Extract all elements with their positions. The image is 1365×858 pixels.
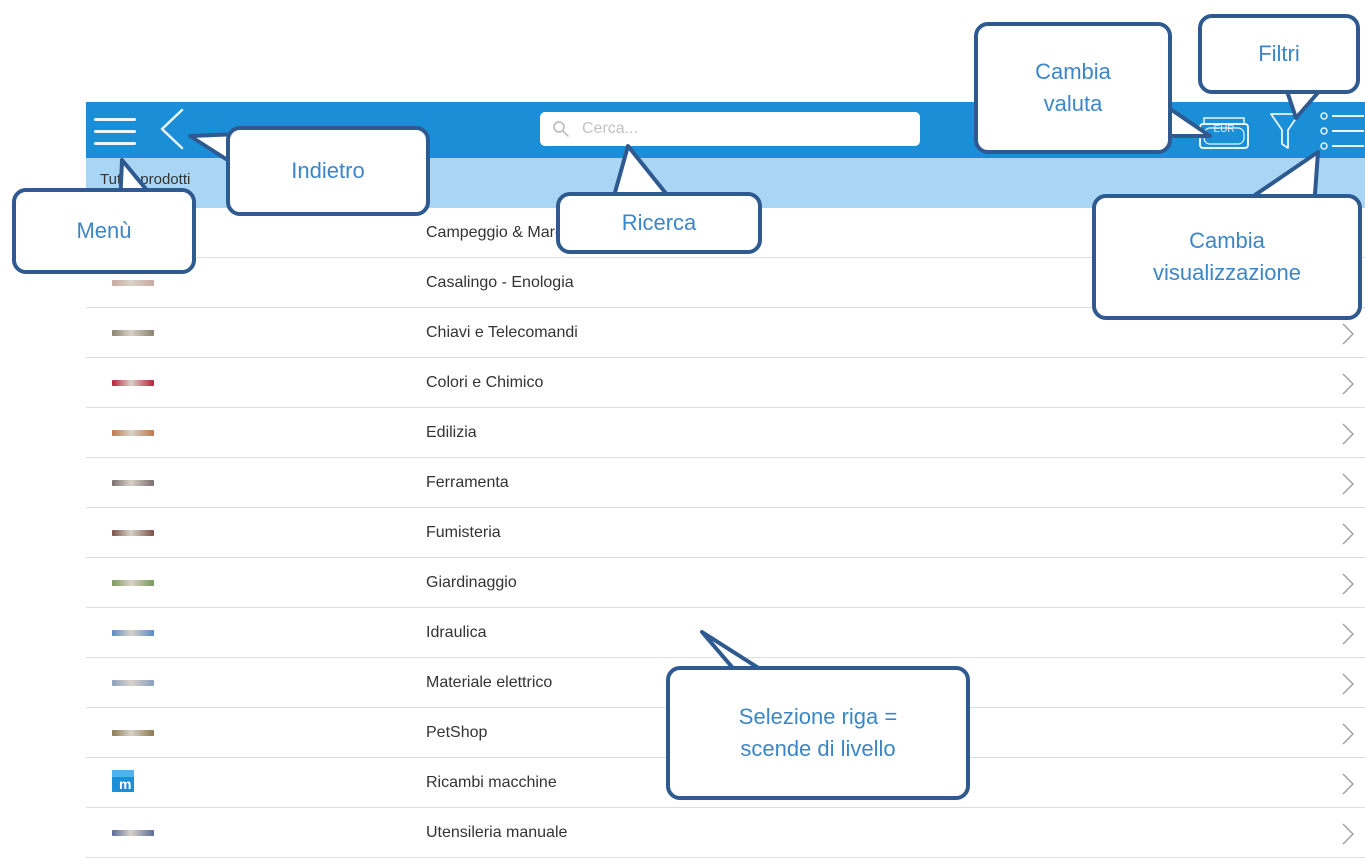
category-label: Edilizia <box>426 424 477 441</box>
callout-view: Cambia visualizzazione <box>1092 194 1362 320</box>
list-item[interactable]: Colori e Chimico <box>86 358 1365 408</box>
chevron-right-icon <box>1342 523 1354 545</box>
chevron-right-icon <box>1342 423 1354 445</box>
callout-menu: Menù <box>12 188 196 274</box>
category-label: Materiale elettrico <box>426 674 553 691</box>
callout-row-line1: Selezione riga = <box>738 704 898 730</box>
category-label: Campeggio & Mare <box>426 224 564 241</box>
chevron-right-icon <box>1342 373 1354 395</box>
chevron-right-icon <box>1342 623 1354 645</box>
callout-row-line2: scende di livello <box>740 736 896 761</box>
category-thumbnail <box>112 770 134 792</box>
callout-view-line1: Cambia <box>1189 228 1265 254</box>
chevron-right-icon <box>1342 673 1354 695</box>
category-thumbnail <box>112 530 154 536</box>
callout-view-line2: visualizzazione <box>1153 260 1301 285</box>
category-label: PetShop <box>426 724 488 741</box>
chevron-right-icon <box>1342 773 1354 795</box>
callout-menu-text: Menù <box>76 218 132 244</box>
category-thumbnail <box>112 430 154 436</box>
category-label: Colori e Chimico <box>426 374 544 391</box>
callout-back: Indietro <box>226 126 430 216</box>
chevron-right-icon <box>1342 323 1354 345</box>
category-label: Ferramenta <box>426 474 509 491</box>
list-item[interactable]: Edilizia <box>86 408 1365 458</box>
chevron-right-icon <box>1342 723 1354 745</box>
callout-filters-text: Filtri <box>1258 41 1300 67</box>
category-thumbnail <box>112 580 154 586</box>
category-label: Casalingo - Enologia <box>426 274 574 291</box>
list-item[interactable]: Giardinaggio <box>86 558 1365 608</box>
category-thumbnail <box>112 730 154 736</box>
callout-filters: Filtri <box>1198 14 1360 94</box>
chevron-right-icon <box>1342 823 1354 845</box>
category-label: Fumisteria <box>426 524 501 541</box>
category-thumbnail <box>112 630 154 636</box>
category-label: Utensileria manuale <box>426 824 568 841</box>
chevron-right-icon <box>1342 573 1354 595</box>
category-label: Ricambi macchine <box>426 774 557 791</box>
callout-back-text: Indietro <box>291 158 365 184</box>
chevron-right-icon <box>1342 473 1354 495</box>
category-thumbnail <box>112 330 154 336</box>
list-item[interactable]: Fumisteria <box>86 508 1365 558</box>
callout-row: Selezione riga = scende di livello <box>666 666 970 800</box>
callout-search-text: Ricerca <box>621 210 697 236</box>
category-thumbnail <box>112 680 154 686</box>
callout-search: Ricerca <box>556 192 762 254</box>
search-icon <box>553 121 569 137</box>
category-label: Chiavi e Telecomandi <box>426 324 578 341</box>
list-item[interactable]: Ferramenta <box>86 458 1365 508</box>
category-label: Giardinaggio <box>426 574 517 591</box>
category-thumbnail <box>112 280 154 286</box>
list-item[interactable]: Utensileria manuale <box>86 808 1365 858</box>
category-thumbnail <box>112 380 154 386</box>
callout-currency: Cambia valuta <box>974 22 1172 154</box>
callout-currency-line1: Cambia <box>1035 59 1111 85</box>
category-thumbnail <box>112 830 154 836</box>
search-input[interactable] <box>580 119 920 139</box>
callout-tail-search <box>612 144 670 198</box>
callout-currency-line2: valuta <box>1043 91 1103 116</box>
category-thumbnail <box>112 480 154 486</box>
category-label: Idraulica <box>426 624 487 641</box>
